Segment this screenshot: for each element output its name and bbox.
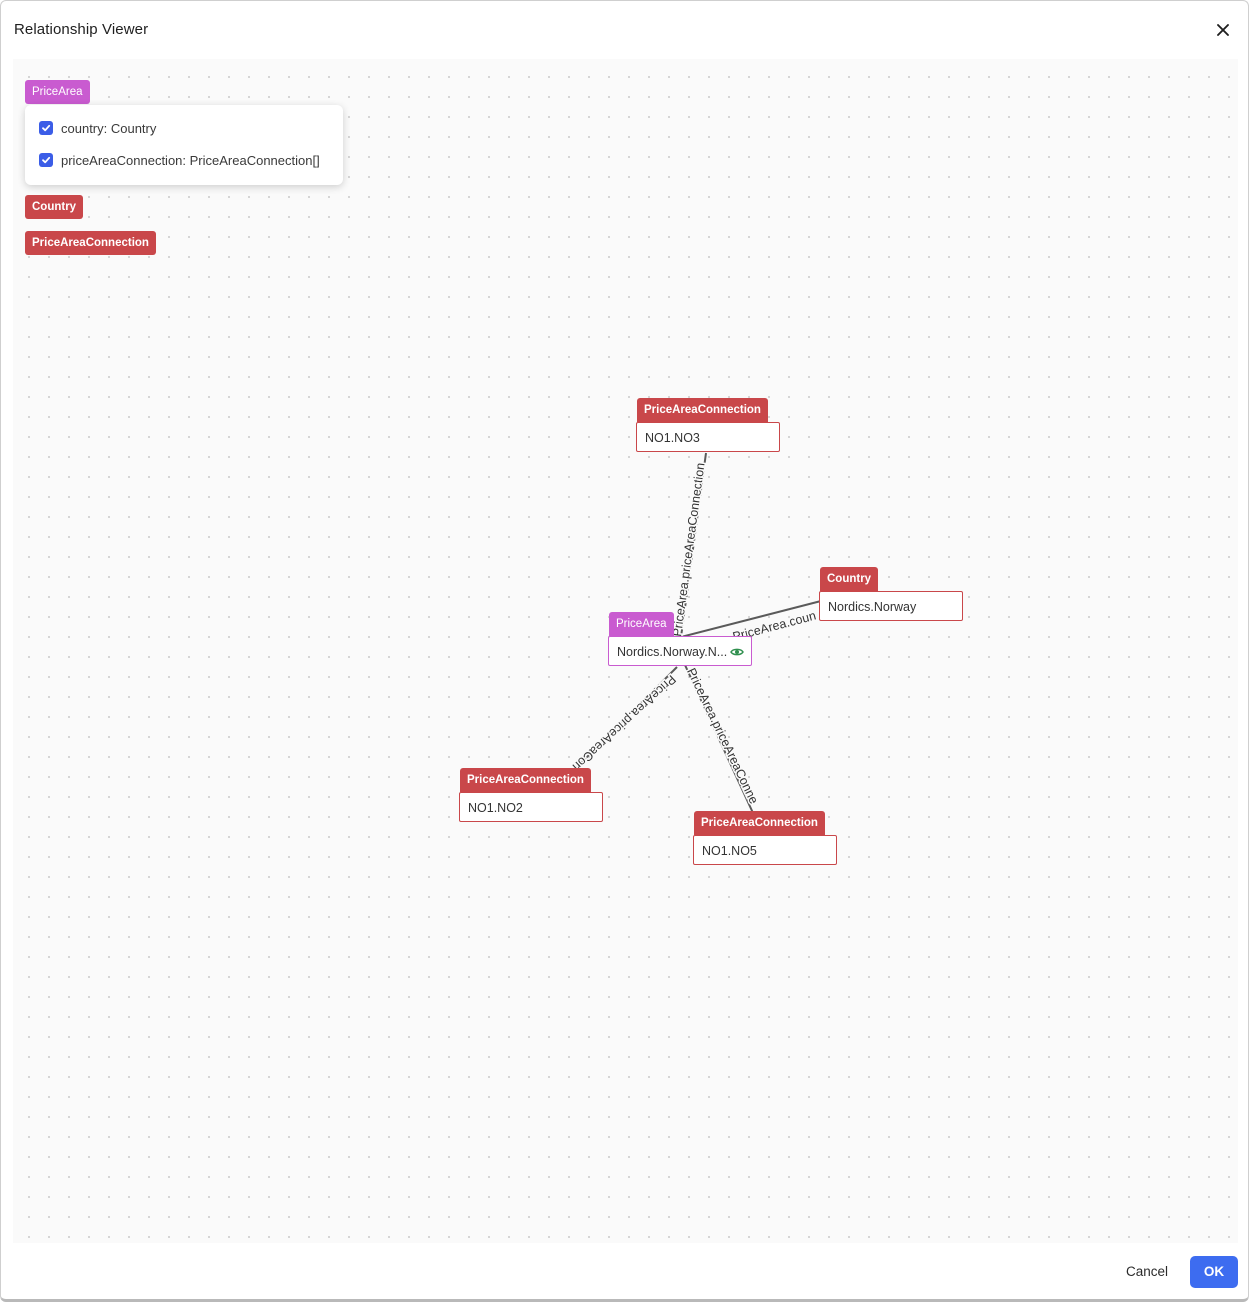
node-type-tag: Country bbox=[820, 567, 879, 591]
graph-node-center[interactable]: Nordics.Norway.N... bbox=[608, 636, 752, 666]
legend-tag-country[interactable]: Country bbox=[25, 195, 84, 219]
dialog-header: Relationship Viewer bbox=[1, 1, 1248, 59]
graph-node-nordics-norway[interactable]: Nordics.Norway bbox=[819, 591, 963, 621]
node-type-tag: PriceAreaConnection bbox=[694, 811, 825, 835]
filter-item-label: priceAreaConnection: PriceAreaConnection… bbox=[61, 152, 320, 168]
eye-icon[interactable] bbox=[730, 645, 744, 659]
graph-node-no1-no2[interactable]: NO1.NO2 bbox=[459, 792, 603, 822]
relation-filter-popup: country: Country priceAreaConnection: Pr… bbox=[25, 105, 343, 185]
cancel-button[interactable]: Cancel bbox=[1115, 1256, 1179, 1288]
legend-tag-priceareaconnection[interactable]: PriceAreaConnection bbox=[25, 231, 156, 255]
node-label: Nordics.Norway.N... bbox=[617, 645, 728, 659]
graph-node-no1-no3[interactable]: NO1.NO3 bbox=[636, 422, 780, 452]
checkbox-checked-icon[interactable] bbox=[39, 121, 53, 135]
checkbox-checked-icon[interactable] bbox=[39, 153, 53, 167]
filter-item-country[interactable]: country: Country bbox=[39, 118, 156, 138]
filter-item-label: country: Country bbox=[61, 120, 157, 136]
close-button[interactable] bbox=[1212, 19, 1234, 41]
close-icon bbox=[1217, 24, 1229, 36]
relationship-viewer-dialog: Relationship Viewer PriceArea.priceAreaC… bbox=[0, 0, 1249, 1302]
node-type-tag: PriceAreaConnection bbox=[637, 398, 768, 422]
dialog-title: Relationship Viewer bbox=[14, 21, 149, 38]
graph-node-no1-no5[interactable]: NO1.NO5 bbox=[693, 835, 837, 865]
filter-item-pricearea-connection[interactable]: priceAreaConnection: PriceAreaConnection… bbox=[39, 150, 320, 170]
legend-tag-pricearea[interactable]: PriceArea bbox=[25, 80, 90, 104]
node-type-tag: PriceAreaConnection bbox=[460, 768, 591, 792]
node-type-tag: PriceArea bbox=[609, 612, 674, 636]
ok-button[interactable]: OK bbox=[1190, 1256, 1238, 1288]
